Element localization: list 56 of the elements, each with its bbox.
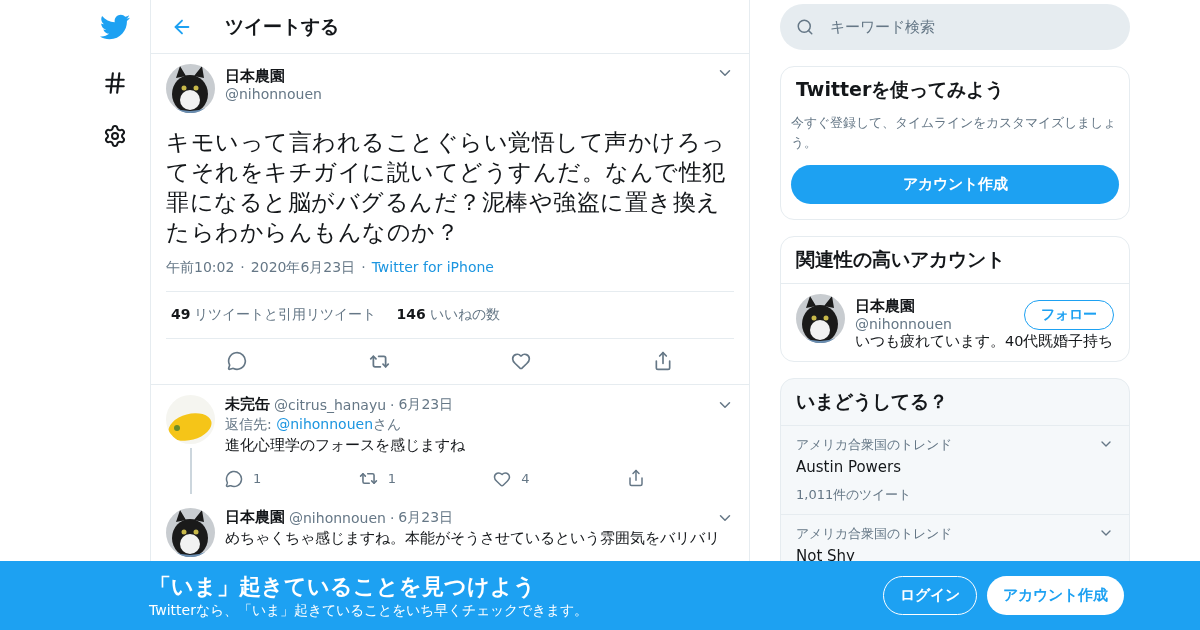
reply-author-handle[interactable]: @citrus_hanayu: [274, 396, 387, 413]
author-name[interactable]: 日本農園: [225, 67, 706, 86]
search-input[interactable]: キーワード検索: [828, 17, 1114, 37]
reply-text: 進化心理学のフォースを感じますね: [225, 436, 466, 455]
card-title: 関連性の高いアカウント: [795, 247, 1006, 272]
stat-link[interactable]: 49 リツイートと引用リツイート: [171, 306, 377, 324]
banner-title: 「いま」起きていることを見つけよう: [149, 572, 537, 601]
tweet-timestamp[interactable]: 2020年6月23日: [250, 259, 356, 277]
trend-count: 1,011件のツイート: [796, 486, 913, 504]
card-title: Twitterを使ってみよう: [795, 77, 1006, 102]
like-count: 4: [521, 471, 530, 486]
account-handle[interactable]: @nihonnouen: [855, 316, 1014, 332]
reply-to-line: 返信先: @nihonnouen さん: [225, 416, 403, 434]
separator-dot: ·: [361, 259, 366, 277]
source-link[interactable]: Twitter for iPhone: [371, 259, 494, 277]
card-title: いまどうしてる？: [795, 389, 949, 414]
search-field[interactable]: キーワード検索: [780, 4, 1130, 50]
separator-dot: ·: [240, 259, 245, 277]
login-button[interactable]: ログイン: [883, 576, 977, 615]
reply-author-handle[interactable]: @nihonnouen: [289, 509, 386, 526]
mention-link[interactable]: @nihonnouen: [276, 416, 374, 432]
signup-button[interactable]: アカウント作成: [791, 165, 1119, 204]
reply-date[interactable]: 6月23日: [398, 395, 712, 414]
thread-line: [189, 448, 192, 494]
retweet-count: 1: [387, 471, 396, 486]
separator-dot: ·: [390, 396, 395, 413]
share-icon[interactable]: [626, 469, 645, 487]
reply-icon[interactable]: [226, 351, 247, 371]
account-bio: いつも疲れています。40代既婚子持ち: [855, 332, 1114, 351]
stat-link[interactable]: 146 いいねの数: [396, 306, 500, 324]
author-handle[interactable]: @nihonnouen: [225, 86, 706, 102]
page-title: ツイートする: [225, 13, 339, 39]
reply-count: 1: [253, 471, 262, 486]
follow-button[interactable]: フォロー: [1024, 299, 1114, 330]
signup-button[interactable]: アカウント作成: [987, 576, 1124, 615]
bird-logo-icon[interactable]: [100, 12, 130, 42]
tweet-text: キモいって言われることぐらい覚悟して声かけろってそれをキチガイに説いてどうすんだ。なんで性犯罪になると脳がバグるんだ？泥棒や強盗に置き換えたらわからんもんなのか？: [166, 128, 727, 247]
share-icon[interactable]: [653, 351, 674, 371]
reply-icon[interactable]: [225, 469, 243, 488]
reply-date[interactable]: 6月23日: [398, 508, 712, 527]
card-text: 今すぐ登録して、タイムラインをカスタマイズしましょう。: [791, 114, 1117, 152]
trend-context: アメリカ合衆国のトレンド: [796, 436, 952, 454]
tweet-timestamp[interactable]: 午前10:02: [166, 259, 235, 277]
account-name[interactable]: 日本農園: [855, 297, 1014, 316]
like-icon[interactable]: [511, 351, 532, 371]
banner-text: Twitterなら、「いま」起きていることをいち早くチェックできます。: [149, 601, 589, 620]
trend-context: アメリカ合衆国のトレンド: [796, 525, 952, 543]
separator-dot: ·: [389, 509, 395, 526]
reply-author-name[interactable]: 未完缶: [225, 395, 270, 414]
reply-text: めちゃくちゃ感じますね。本能がそうさせているという雰囲気をバリバリ: [225, 529, 721, 548]
trend-name[interactable]: Austin Powers: [796, 458, 1114, 476]
search-icon: [796, 18, 814, 36]
settings-icon[interactable]: [103, 124, 127, 148]
like-icon[interactable]: [493, 469, 512, 488]
hash-icon[interactable]: [102, 70, 128, 96]
reply-author-name[interactable]: 日本農園: [225, 508, 285, 527]
